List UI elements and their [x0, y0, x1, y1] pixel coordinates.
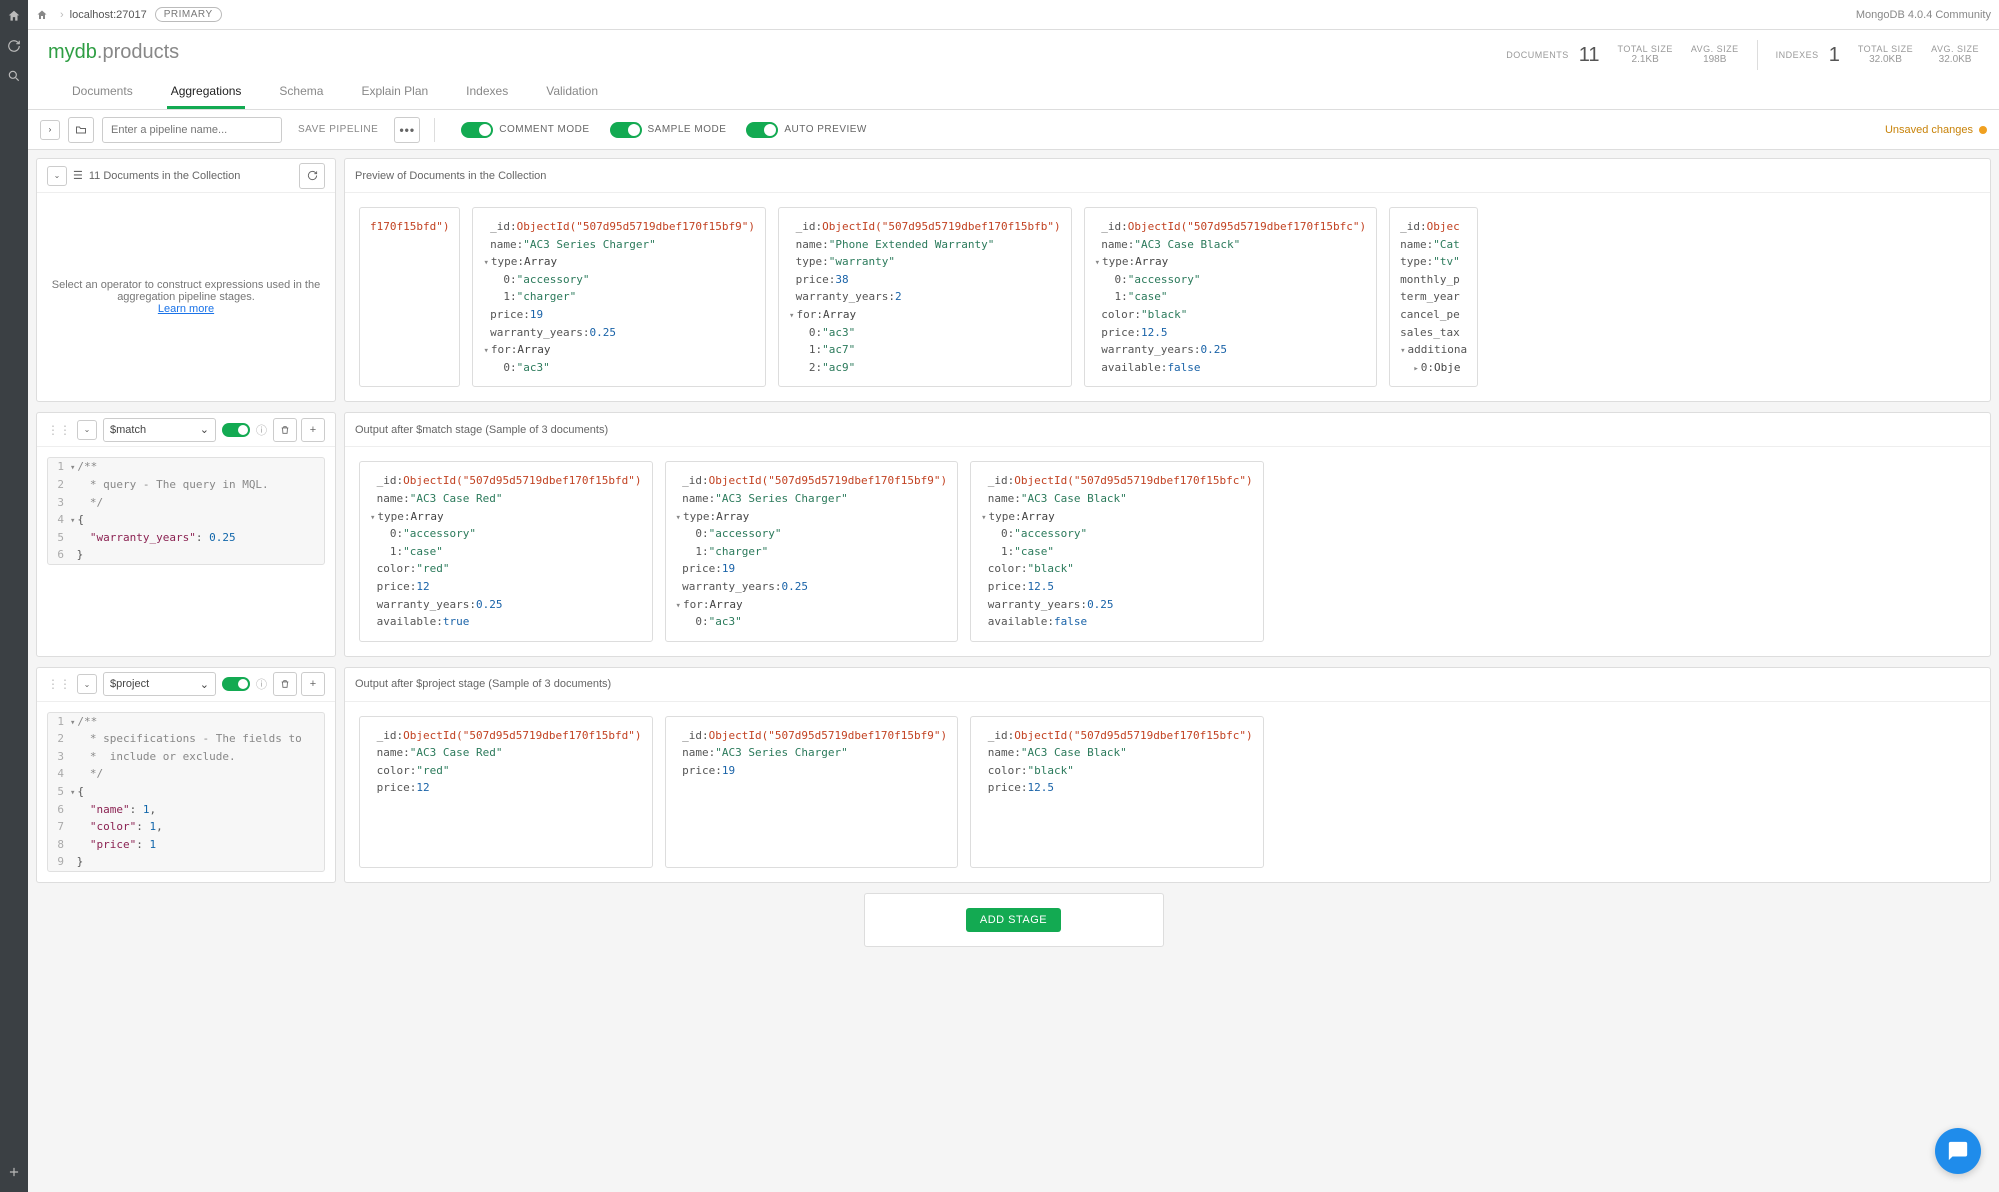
version-label: MongoDB 4.0.4 Community: [1856, 9, 1991, 21]
chat-support-button[interactable]: [1935, 1128, 1981, 1174]
db-name: mydb: [48, 41, 97, 64]
delete-stage-button[interactable]: [273, 672, 297, 696]
source-dropdown[interactable]: ⌄: [47, 166, 67, 186]
refresh-preview-button[interactable]: [299, 163, 325, 189]
stage-enabled-toggle[interactable]: [222, 677, 250, 691]
refresh-icon[interactable]: [6, 38, 22, 54]
tab-schema[interactable]: Schema: [275, 76, 327, 109]
learn-more-link[interactable]: Learn more: [51, 303, 321, 315]
unsaved-dot-icon: [1979, 126, 1987, 134]
idx-avg-size: 32.0KB: [1939, 54, 1972, 66]
comment-mode-toggle[interactable]: [461, 122, 493, 138]
collapse-toggle[interactable]: ›: [40, 120, 60, 140]
pipeline-name-input[interactable]: [102, 117, 282, 143]
sample-mode-label: SAMPLE MODE: [648, 124, 727, 135]
doc-card: _id:ObjectId("507d95d5719dbef170f15bf9")…: [665, 716, 959, 868]
comment-mode-label: COMMENT MODE: [499, 124, 589, 135]
host-address: localhost:27017: [70, 9, 147, 21]
info-icon[interactable]: ⓘ: [256, 422, 267, 438]
sample-mode-toggle[interactable]: [610, 122, 642, 138]
documents-label: DOCUMENTS: [1506, 50, 1569, 60]
doc-card: _id:ObjectId("507d95d5719dbef170f15bfc")…: [970, 461, 1264, 641]
add-stage-after-button[interactable]: +: [301, 672, 325, 696]
docs-total-size-label: TOTAL SIZE: [1617, 44, 1672, 55]
idx-avg-size-label: AVG. SIZE: [1931, 44, 1979, 55]
stage-operator-select[interactable]: $project⌄: [103, 672, 216, 696]
stage-collapse[interactable]: ⌄: [77, 420, 97, 440]
home-icon-top[interactable]: [36, 9, 48, 21]
doc-card: _id:ObjectId("507d95d5719dbef170f15bfb")…: [778, 207, 1072, 387]
docs-total-size: 2.1KB: [1632, 54, 1659, 66]
helper-text: Select an operator to construct expressi…: [51, 279, 321, 303]
topbar: › localhost:27017 PRIMARY MongoDB 4.0.4 …: [28, 0, 1999, 30]
collection-name: .products: [97, 41, 179, 64]
chevron-right-icon: ›: [60, 9, 64, 21]
doc-card-fragment: f170f15bfd"): [359, 207, 460, 387]
tab-explain-plan[interactable]: Explain Plan: [357, 76, 432, 109]
stage-editor[interactable]: 1▾/** 2 * specifications - The fields to…: [47, 712, 325, 872]
stage-output-label: Output after $match stage (Sample of 3 d…: [355, 424, 608, 436]
auto-preview-toggle[interactable]: [746, 122, 778, 138]
plus-icon[interactable]: [6, 1164, 22, 1180]
sidebar-rail: [0, 0, 28, 1192]
add-stage-after-button[interactable]: +: [301, 418, 325, 442]
indexes-label: INDEXES: [1776, 50, 1819, 60]
doc-card: _id:ObjectId("507d95d5719dbef170f15bfd")…: [359, 716, 653, 868]
drag-handle-icon[interactable]: ⋮⋮: [47, 677, 71, 691]
tab-indexes[interactable]: Indexes: [462, 76, 512, 109]
docs-avg-size: 198B: [1703, 54, 1726, 66]
auto-preview-label: AUTO PREVIEW: [784, 124, 867, 135]
doc-card: _id:ObjectId("507d95d5719dbef170f15bfd")…: [359, 461, 653, 641]
info-icon[interactable]: ⓘ: [256, 676, 267, 692]
stage-enabled-toggle[interactable]: [222, 423, 250, 437]
tab-aggregations[interactable]: Aggregations: [167, 76, 246, 109]
primary-badge: PRIMARY: [155, 7, 222, 22]
add-stage-button[interactable]: ADD STAGE: [966, 908, 1061, 932]
doc-card: _id:ObjectId("507d95d5719dbef170f15bf9")…: [665, 461, 959, 641]
stage-editor[interactable]: 1▾/** 2 * query - The query in MQL. 3 */…: [47, 457, 325, 565]
more-options-button[interactable]: •••: [394, 117, 420, 143]
stage-collapse[interactable]: ⌄: [77, 674, 97, 694]
idx-total-size: 32.0KB: [1869, 54, 1902, 66]
drag-handle-icon[interactable]: ⋮⋮: [47, 423, 71, 437]
doc-card-fragment: _id:Objec name:"Cat type:"tv" monthly_p …: [1389, 207, 1478, 387]
document-icon: ☰: [73, 169, 83, 182]
unsaved-changes-label: Unsaved changes: [1885, 124, 1973, 136]
indexes-count: 1: [1829, 44, 1840, 67]
documents-count: 11: [1579, 44, 1600, 67]
delete-stage-button[interactable]: [273, 418, 297, 442]
doc-card: _id:ObjectId("507d95d5719dbef170f15bf9")…: [472, 207, 766, 387]
docs-count-label: 11 Documents in the Collection: [89, 170, 240, 182]
preview-label: Preview of Documents in the Collection: [355, 170, 546, 182]
idx-total-size-label: TOTAL SIZE: [1858, 44, 1913, 55]
open-folder-icon[interactable]: [68, 117, 94, 143]
doc-card: _id:ObjectId("507d95d5719dbef170f15bfc")…: [1084, 207, 1378, 387]
tab-documents[interactable]: Documents: [68, 76, 137, 109]
search-icon[interactable]: [6, 68, 22, 84]
tab-validation[interactable]: Validation: [542, 76, 602, 109]
stage-output-label: Output after $project stage (Sample of 3…: [355, 678, 611, 690]
stage-operator-select[interactable]: $match⌄: [103, 418, 216, 442]
doc-card: _id:ObjectId("507d95d5719dbef170f15bfc")…: [970, 716, 1264, 868]
home-icon[interactable]: [6, 8, 22, 24]
save-pipeline-button[interactable]: SAVE PIPELINE: [290, 124, 386, 135]
docs-avg-size-label: AVG. SIZE: [1691, 44, 1739, 55]
